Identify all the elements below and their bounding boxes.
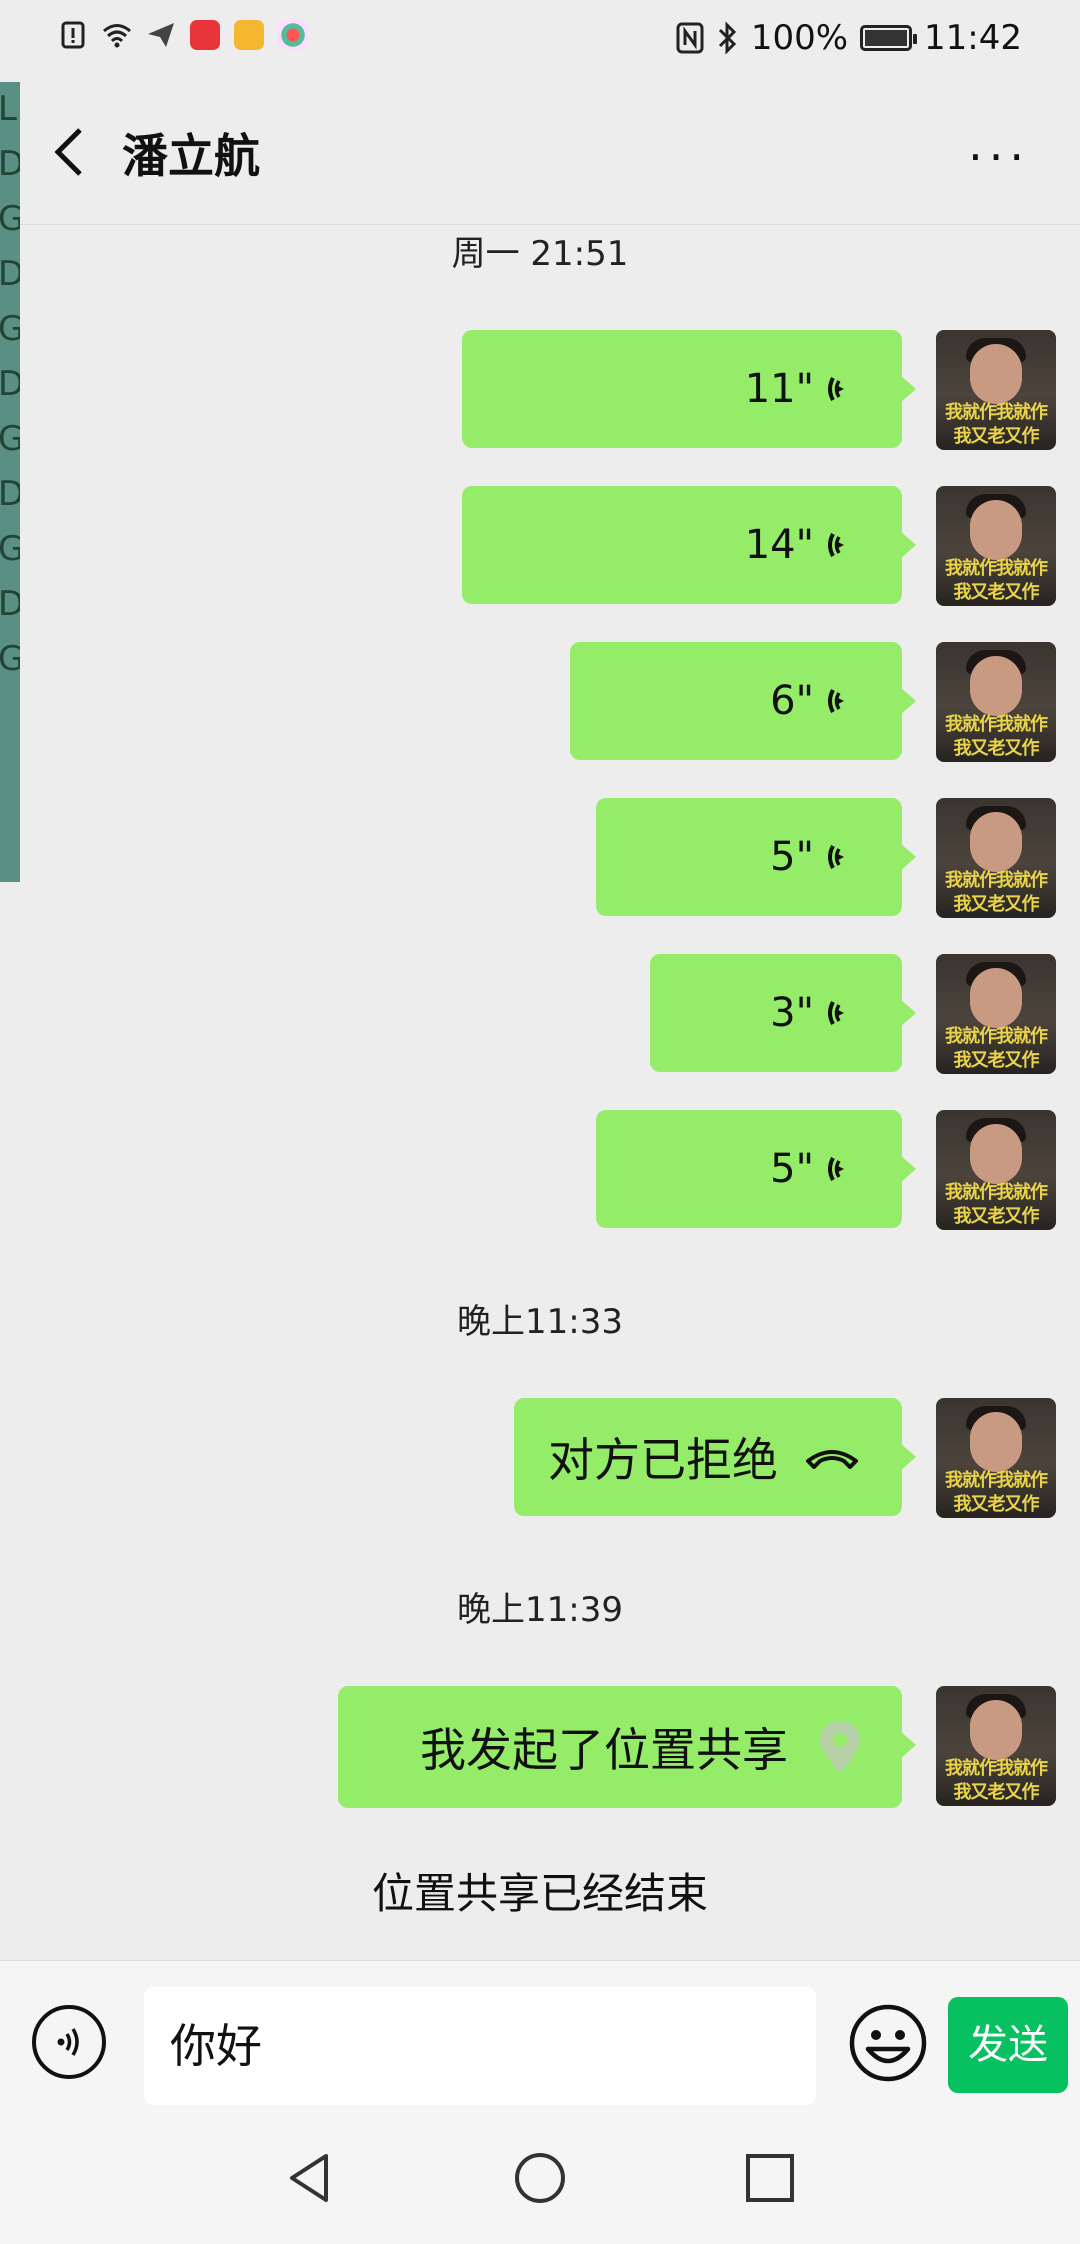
avatar[interactable]: 我就作我就作 我又老又作 (936, 1686, 1056, 1806)
status-bar: 100% 11:42 (0, 0, 1080, 82)
voice-message-bubble[interactable]: 3" (650, 954, 916, 1072)
chat-header: 潘立航 ··· (20, 82, 1080, 225)
strip-letter: L (0, 89, 17, 129)
voice-duration: 6" (770, 678, 814, 724)
chat-title: 潘立航 (122, 129, 260, 183)
emoji-icon[interactable] (848, 2003, 928, 2083)
timestamp: 周一 21:51 (451, 234, 629, 274)
status-icons-left (58, 20, 308, 50)
voice-message-bubble[interactable]: 5" (596, 798, 916, 916)
avatar[interactable]: 我就作我就作 我又老又作 (936, 1110, 1056, 1230)
hangup-phone-icon (806, 1450, 858, 1469)
voice-duration: 14" (744, 522, 814, 568)
voice-duration: 5" (770, 1146, 814, 1192)
voice-message-bubble[interactable]: 5" (596, 1110, 916, 1228)
status-icons-right: 100% 11:42 (675, 18, 1022, 58)
voice-message-bubble[interactable]: 14" (462, 486, 916, 604)
bluetooth-icon (718, 21, 736, 55)
nav-recents-icon[interactable] (742, 2150, 798, 2206)
avatar[interactable]: 我就作我就作 我又老又作 (936, 330, 1056, 450)
avatar[interactable]: 我就作我就作 我又老又作 (936, 642, 1056, 762)
voice-duration: 3" (770, 990, 814, 1036)
location-pin-icon (820, 1721, 860, 1773)
system-nav-bar (0, 2110, 1080, 2244)
voice-wave-icon (828, 1001, 844, 1025)
timestamp: 晚上11:33 (457, 1302, 623, 1342)
huawei-app-icon (190, 20, 220, 50)
system-note: 位置共享已经结束 (371, 1869, 708, 1918)
call-status-text: 对方已拒绝 (548, 1433, 778, 1487)
call-message-bubble[interactable]: 对方已拒绝 (514, 1398, 916, 1516)
voice-input-button[interactable] (32, 2005, 106, 2079)
message-input[interactable]: 你好 (144, 1987, 816, 2105)
battery-icon (860, 25, 918, 51)
more-options-icon[interactable]: ··· (968, 130, 1030, 184)
wifi-icon (103, 24, 131, 48)
voice-wave-icon (57, 2028, 79, 2056)
voice-duration: 5" (770, 834, 814, 880)
voice-wave-icon (828, 533, 844, 557)
avatar[interactable]: 我就作我就作 我又老又作 (936, 954, 1056, 1074)
location-share-text: 我发起了位置共享 (420, 1723, 788, 1777)
gallery-app-icon (278, 20, 308, 50)
location-share-bubble[interactable]: 我发起了位置共享 (338, 1686, 916, 1808)
voice-message-bubble[interactable]: 6" (570, 642, 916, 760)
clock: 11:42 (924, 18, 1022, 58)
send-button[interactable]: 发送 (948, 1997, 1068, 2093)
battery-percent: 100% (750, 18, 849, 58)
nav-home-icon[interactable] (512, 2150, 568, 2206)
avatar[interactable]: 我就作我就作 我又老又作 (936, 486, 1056, 606)
voice-wave-icon (828, 377, 844, 401)
voice-wave-icon (828, 1157, 844, 1181)
avatar[interactable]: 我就作我就作 我又老又作 (936, 798, 1056, 918)
voice-wave-icon (828, 689, 844, 713)
voice-wave-icon (828, 845, 844, 869)
nav-back-icon[interactable] (282, 2150, 338, 2206)
strip-letter: D (0, 144, 20, 184)
input-bar: 你好 发送 (0, 1960, 1080, 2111)
message-list[interactable]: 周一 21:51 11" 我就作我就作 我又老又作 14" 我就作我就作 我又老又作… (0, 224, 1080, 1960)
notes-app-icon (234, 20, 264, 50)
voice-message-bubble[interactable]: 11" (462, 330, 916, 448)
sim-alert-icon (61, 21, 85, 49)
nfc-icon (676, 22, 704, 54)
send-plane-icon (148, 23, 174, 47)
voice-duration: 11" (744, 366, 814, 412)
avatar[interactable]: 我就作我就作 我又老又作 (936, 1398, 1056, 1518)
back-arrow-icon[interactable] (42, 122, 102, 182)
timestamp: 晚上11:39 (457, 1590, 623, 1630)
